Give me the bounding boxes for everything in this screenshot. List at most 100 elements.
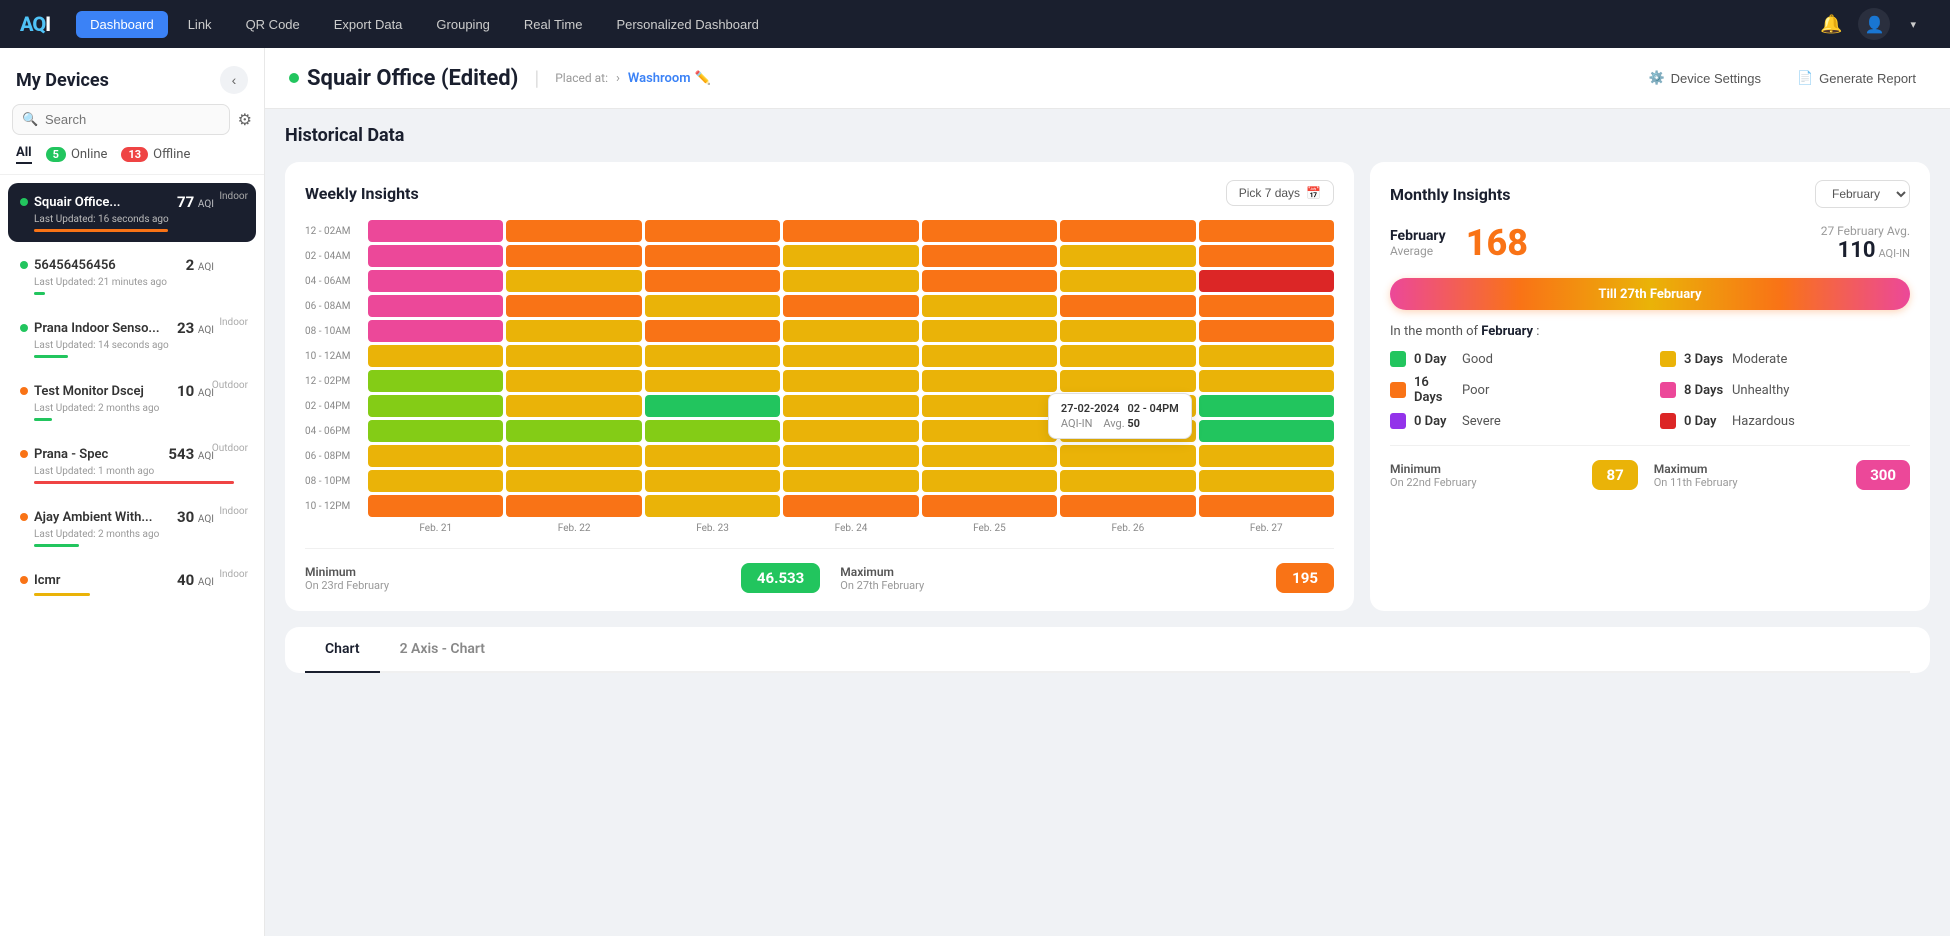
device-item[interactable]: Indoor Prana Indoor Senso... 23 AQI Last… [8, 309, 256, 368]
heatmap-cell[interactable] [1199, 245, 1334, 267]
device-item[interactable]: Outdoor Prana - Spec 543 AQI Last Update… [8, 435, 256, 494]
tab-chart[interactable]: Chart [305, 627, 380, 673]
heatmap-cell[interactable] [506, 320, 641, 342]
sidebar-tab-online[interactable]: 5 Online [46, 147, 108, 162]
notification-bell-button[interactable]: 🔔 [1810, 8, 1852, 41]
heatmap-cell[interactable] [783, 270, 918, 292]
heatmap-cell[interactable] [922, 345, 1057, 367]
heatmap-cell[interactable] [1060, 270, 1195, 292]
heatmap-cell[interactable] [506, 295, 641, 317]
heatmap-cell[interactable] [783, 420, 918, 442]
heatmap-cell[interactable] [368, 470, 503, 492]
search-input[interactable] [12, 104, 230, 135]
heatmap-cell[interactable] [368, 345, 503, 367]
device-item[interactable]: Indoor Squair Office... 77 AQI Last Upda… [8, 183, 256, 242]
heatmap-cell[interactable] [783, 245, 918, 267]
heatmap-cell[interactable] [645, 220, 780, 242]
sidebar-collapse-button[interactable]: ‹ [220, 66, 248, 94]
heatmap-cell[interactable] [506, 395, 641, 417]
generate-report-button[interactable]: 📄 Generate Report [1787, 64, 1926, 92]
nav-grouping[interactable]: Grouping [422, 11, 503, 38]
nav-export-data[interactable]: Export Data [320, 11, 417, 38]
heatmap-cell[interactable] [368, 395, 503, 417]
heatmap-cell[interactable] [922, 270, 1057, 292]
heatmap-cell[interactable] [645, 445, 780, 467]
heatmap-cell[interactable] [645, 420, 780, 442]
heatmap-cell[interactable] [1060, 470, 1195, 492]
nav-real-time[interactable]: Real Time [510, 11, 597, 38]
heatmap-cell[interactable] [1199, 445, 1334, 467]
heatmap-cell[interactable] [645, 320, 780, 342]
device-item[interactable]: 56456456456 2 AQI Last Updated: 21 minut… [8, 246, 256, 305]
heatmap-cell[interactable] [645, 370, 780, 392]
user-menu-toggle[interactable]: ▾ [1896, 12, 1930, 37]
heatmap-cell[interactable] [922, 445, 1057, 467]
heatmap-cell[interactable] [1060, 220, 1195, 242]
heatmap-cell[interactable] [922, 320, 1057, 342]
heatmap-cell[interactable] [506, 420, 641, 442]
tab-2axis-chart[interactable]: 2 Axis - Chart [380, 627, 505, 673]
heatmap-cell[interactable] [506, 245, 641, 267]
month-select[interactable]: February [1815, 180, 1910, 208]
heatmap-cell[interactable] [506, 270, 641, 292]
heatmap-cell[interactable] [645, 245, 780, 267]
heatmap-cell[interactable] [922, 420, 1057, 442]
heatmap-cell[interactable] [783, 445, 918, 467]
nav-personalized-dashboard[interactable]: Personalized Dashboard [602, 11, 772, 38]
user-avatar[interactable]: 👤 [1858, 8, 1890, 40]
sidebar-tab-offline[interactable]: 13 Offline [121, 147, 190, 162]
heatmap-cell[interactable] [1060, 495, 1195, 517]
heatmap-cell[interactable] [1199, 420, 1334, 442]
device-settings-button[interactable]: ⚙️ Device Settings [1638, 64, 1771, 92]
location-name[interactable]: Washroom ✏️ [628, 71, 711, 86]
heatmap-cell[interactable] [1199, 320, 1334, 342]
heatmap-cell[interactable] [922, 495, 1057, 517]
heatmap-cell[interactable] [783, 320, 918, 342]
heatmap-cell[interactable] [506, 370, 641, 392]
heatmap-cell[interactable] [506, 445, 641, 467]
heatmap-cell[interactable] [368, 295, 503, 317]
heatmap-cell[interactable] [506, 220, 641, 242]
heatmap-cell[interactable] [783, 345, 918, 367]
heatmap-cell[interactable] [783, 395, 918, 417]
heatmap-cell[interactable] [645, 345, 780, 367]
heatmap-cell[interactable] [368, 270, 503, 292]
heatmap-cell[interactable] [368, 245, 503, 267]
pick-7-days-button[interactable]: Pick 7 days 📅 [1226, 180, 1334, 206]
heatmap-cell[interactable] [368, 320, 503, 342]
heatmap-cell[interactable] [783, 295, 918, 317]
heatmap-cell[interactable] [1060, 245, 1195, 267]
heatmap-cell[interactable] [922, 470, 1057, 492]
heatmap-cell[interactable] [922, 220, 1057, 242]
heatmap-cell[interactable] [506, 345, 641, 367]
heatmap-cell[interactable] [1199, 495, 1334, 517]
heatmap-cell[interactable] [1199, 270, 1334, 292]
heatmap-cell[interactable] [922, 395, 1057, 417]
heatmap-cell[interactable] [645, 495, 780, 517]
heatmap-cell[interactable] [368, 370, 503, 392]
heatmap-cell[interactable] [645, 270, 780, 292]
heatmap-cell[interactable] [783, 220, 918, 242]
heatmap-cell[interactable] [922, 245, 1057, 267]
heatmap-cell[interactable] [783, 370, 918, 392]
heatmap-cell[interactable] [1060, 295, 1195, 317]
edit-location-icon[interactable]: ✏️ [695, 71, 711, 86]
heatmap-cell[interactable] [645, 295, 780, 317]
heatmap-cell[interactable] [506, 495, 641, 517]
nav-link[interactable]: Link [174, 11, 226, 38]
heatmap-cell[interactable] [645, 395, 780, 417]
heatmap-cell[interactable] [783, 495, 918, 517]
heatmap-cell[interactable]: 27-02-2024 02 - 04PM AQI-IN Avg. 50 [1199, 395, 1334, 417]
heatmap-cell[interactable] [1199, 345, 1334, 367]
heatmap-cell[interactable] [1060, 345, 1195, 367]
device-item[interactable]: Indoor Icmr 40 AQI [8, 561, 256, 606]
device-item[interactable]: Outdoor Test Monitor Dscej 10 AQI Last U… [8, 372, 256, 431]
filter-button[interactable]: ⚙ [238, 110, 252, 130]
heatmap-cell[interactable] [368, 445, 503, 467]
nav-qr-code[interactable]: QR Code [232, 11, 314, 38]
heatmap-cell[interactable] [1060, 370, 1195, 392]
sidebar-tab-all[interactable]: All [16, 145, 32, 164]
heatmap-cell[interactable] [1199, 220, 1334, 242]
heatmap-cell[interactable] [783, 470, 918, 492]
heatmap-cell[interactable] [922, 295, 1057, 317]
